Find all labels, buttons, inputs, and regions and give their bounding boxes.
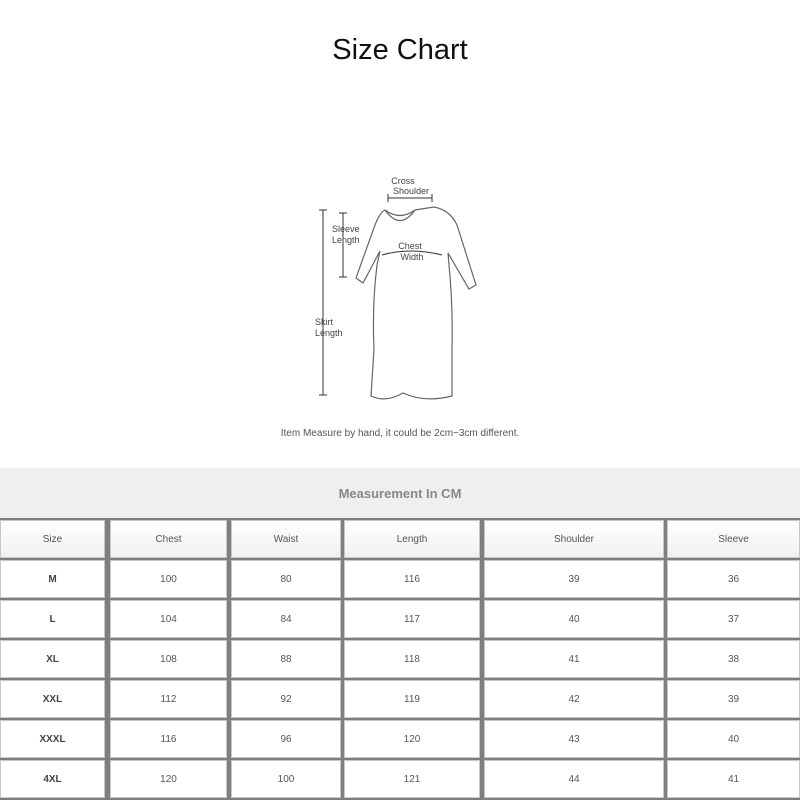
- cell-waist: 84: [231, 600, 341, 638]
- cell-chest: 116: [110, 720, 227, 758]
- cell-sleeve: 39: [667, 680, 800, 718]
- cell-size: XXL: [0, 680, 105, 718]
- header-shoulder: Shoulder: [484, 520, 664, 558]
- cell-sleeve: 41: [667, 760, 800, 798]
- cell-length: 117: [344, 600, 480, 638]
- cell-sleeve: 38: [667, 640, 800, 678]
- cell-length: 119: [344, 680, 480, 718]
- cell-length: 120: [344, 720, 480, 758]
- dress-outline-svg: Cross Shoulder Sleeve Length Chest Width…: [315, 176, 477, 400]
- cell-shoulder: 41: [484, 640, 664, 678]
- sleeve-length-label-1: Sleeve: [332, 224, 360, 234]
- cell-shoulder: 44: [484, 760, 664, 798]
- cell-waist: 100: [231, 760, 341, 798]
- cell-shoulder: 43: [484, 720, 664, 758]
- cell-chest: 112: [110, 680, 227, 718]
- header-waist: Waist: [231, 520, 341, 558]
- cell-waist: 80: [231, 560, 341, 598]
- cell-shoulder: 42: [484, 680, 664, 718]
- cell-sleeve: 36: [667, 560, 800, 598]
- skirt-length-label-2: Length: [315, 328, 343, 338]
- cell-waist: 92: [231, 680, 341, 718]
- cell-length: 121: [344, 760, 480, 798]
- cell-chest: 108: [110, 640, 227, 678]
- cell-size: M: [0, 560, 105, 598]
- cell-waist: 88: [231, 640, 341, 678]
- chest-width-label-1: Chest: [398, 241, 422, 251]
- cell-sleeve: 37: [667, 600, 800, 638]
- size-table: Measurement In CM Size Chest Waist Length Sh…: [0, 468, 800, 800]
- header-size: Size: [0, 520, 105, 558]
- cell-sleeve: 40: [667, 720, 800, 758]
- cell-waist: 96: [231, 720, 341, 758]
- cross-shoulder-label-2: Shoulder: [393, 186, 429, 196]
- cell-length: 118: [344, 640, 480, 678]
- dress-outline: [355, 206, 477, 400]
- chest-width-label-2: Width: [400, 252, 423, 262]
- cell-chest: 120: [110, 760, 227, 798]
- cell-shoulder: 39: [484, 560, 664, 598]
- cell-chest: 104: [110, 600, 227, 638]
- header-chest: Chest: [110, 520, 227, 558]
- page-title: Size Chart: [332, 34, 468, 66]
- cell-size: XXXL: [0, 720, 105, 758]
- header-length: Length: [344, 520, 480, 558]
- sleeve-length-label-2: Length: [332, 235, 360, 245]
- cell-length: 116: [344, 560, 480, 598]
- dress-measurement-diagram: Cross Shoulder Sleeve Length Chest Width…: [300, 165, 500, 410]
- cell-size: XL: [0, 640, 105, 678]
- cross-shoulder-label-1: Cross: [391, 176, 415, 186]
- table-title: Measurement In CM: [0, 468, 800, 518]
- cell-chest: 100: [110, 560, 227, 598]
- cell-shoulder: 40: [484, 600, 664, 638]
- cell-size: L: [0, 600, 105, 638]
- header-sleeve: Sleeve: [667, 520, 800, 558]
- skirt-length-label-1: Skirt: [315, 317, 333, 327]
- cell-size: 4XL: [0, 760, 105, 798]
- measurement-note: Item Measure by hand, it could be 2cm~3c…: [280, 428, 520, 439]
